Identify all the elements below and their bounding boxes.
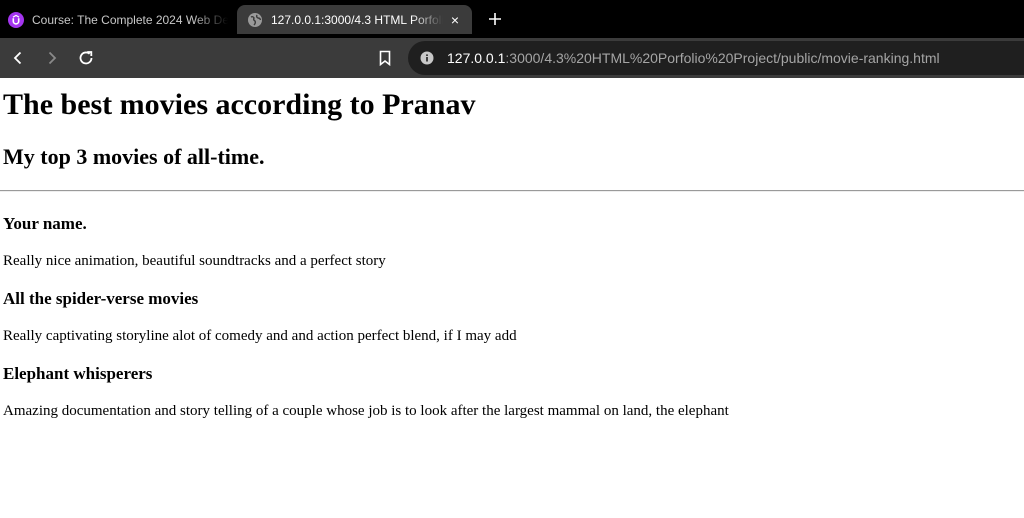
browser-toolbar: 127.0.0.1:3000/4.3%20HTML%20Porfolio%20P…	[0, 38, 1024, 78]
forward-button[interactable]	[40, 46, 64, 70]
address-bar[interactable]: 127.0.0.1:3000/4.3%20HTML%20Porfolio%20P…	[408, 41, 1024, 75]
udemy-icon	[8, 11, 24, 28]
site-info-icon[interactable]	[419, 50, 435, 66]
globe-icon	[247, 12, 263, 28]
plus-icon	[489, 13, 501, 25]
movie-title: Elephant whisperers	[3, 364, 153, 383]
tab-strip: Course: The Complete 2024 Web Developmen…	[0, 0, 1024, 38]
page-content: The best movies according to Pranav My t…	[0, 88, 1024, 420]
back-button[interactable]	[6, 46, 30, 70]
movie-description: Amazing documentation and story telling …	[3, 403, 729, 419]
reload-button[interactable]	[74, 46, 98, 70]
movie-description: Really captivating storyline alot of com…	[3, 328, 517, 344]
movie-title: Your name.	[3, 214, 87, 233]
forward-arrow-icon	[48, 51, 57, 65]
page-title: The best movies according to Pranav	[3, 88, 476, 121]
back-arrow-icon	[13, 51, 22, 65]
tab-title: Course: The Complete 2024 Web Developmen…	[32, 12, 228, 27]
bookmark-icon	[379, 50, 391, 66]
page-subtitle: My top 3 movies of all-time.	[3, 144, 265, 169]
tab-title: 127.0.0.1:3000/4.3 HTML Porfolio Project…	[271, 12, 443, 27]
tab-course[interactable]: Course: The Complete 2024 Web Developmen…	[0, 5, 232, 34]
divider	[0, 190, 1024, 192]
close-tab-icon[interactable]: ×	[447, 12, 463, 28]
url-host: 127.0.0.1	[447, 50, 506, 66]
movie-title: All the spider-verse movies	[3, 289, 199, 308]
reload-icon	[79, 51, 93, 65]
bookmark-button[interactable]	[374, 46, 396, 70]
new-tab-button[interactable]	[484, 8, 506, 30]
movie-description: Really nice animation, beautiful soundtr…	[3, 253, 386, 269]
url-text: 127.0.0.1:3000/4.3%20HTML%20Porfolio%20P…	[447, 50, 940, 66]
url-path: :3000/4.3%20HTML%20Porfolio%20Project/pu…	[505, 50, 940, 66]
tab-movie-ranking[interactable]: 127.0.0.1:3000/4.3 HTML Porfolio Project…	[237, 5, 472, 34]
